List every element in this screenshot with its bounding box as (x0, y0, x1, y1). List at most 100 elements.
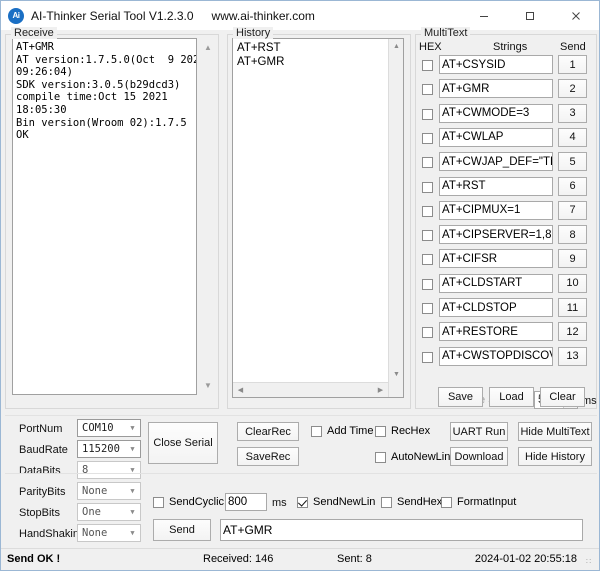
multitext-send-button[interactable]: 3 (558, 104, 587, 123)
port-setting-value: None (82, 527, 125, 539)
multitext-hex-checkbox[interactable] (422, 84, 433, 95)
receive-scroll-up-icon[interactable]: ▲ (201, 41, 215, 55)
multitext-string-input[interactable]: AT+CWJAP_DEF="TP-Link (439, 152, 553, 171)
multitext-send-button[interactable]: 5 (558, 152, 587, 171)
multitext-hex-checkbox[interactable] (422, 254, 433, 265)
multitext-send-button[interactable]: 2 (558, 79, 587, 98)
history-scroll-down-icon[interactable]: ▼ (389, 367, 404, 382)
send-newline-checkbox[interactable]: SendNewLin (297, 496, 375, 508)
port-setting-select-portnum[interactable]: COM10▼ (77, 419, 141, 437)
hide-history-button[interactable]: Hide History (518, 447, 592, 466)
multitext-hex-checkbox[interactable] (422, 133, 433, 144)
format-input-checkbox[interactable]: FormatInput (441, 496, 516, 508)
history-group: History AT+RST AT+GMR ▲ ▼ ◀ ▶ (227, 27, 411, 409)
send-hex-box[interactable] (381, 497, 392, 508)
send-cyclic-interval-input[interactable]: 800 (225, 493, 267, 511)
history-vertical-scrollbar[interactable]: ▲ ▼ (388, 39, 403, 397)
multitext-string-input[interactable]: AT+CIFSR (439, 249, 553, 268)
multitext-hex-checkbox[interactable] (422, 157, 433, 168)
multitext-send-button[interactable]: 6 (558, 177, 587, 196)
send-cyclic-checkbox[interactable]: SendCyclic (153, 496, 224, 508)
multitext-string-input[interactable]: AT+CIPSERVER=1,80 (439, 225, 553, 244)
history-scroll-left-icon[interactable]: ◀ (233, 383, 248, 398)
port-setting-label-databits: DataBits (19, 465, 61, 477)
send-cyclic-label: SendCyclic (169, 496, 224, 508)
multitext-string-input[interactable]: AT+CWSTOPDISCOVER (439, 347, 553, 366)
multitext-send-button[interactable]: 1 (558, 55, 587, 74)
window-controls (461, 1, 599, 30)
multitext-hex-checkbox[interactable] (422, 206, 433, 217)
add-time-box[interactable] (311, 426, 322, 437)
chevron-down-icon[interactable]: ▼ (125, 441, 140, 457)
port-setting-select-baudrate[interactable]: 115200▼ (77, 440, 141, 458)
chevron-down-icon[interactable]: ▼ (125, 462, 140, 478)
save-rec-button[interactable]: SaveRec (237, 447, 299, 466)
multitext-clear-button[interactable]: Clear (540, 387, 585, 407)
chevron-down-icon[interactable]: ▼ (125, 504, 140, 520)
history-scroll-up-icon[interactable]: ▲ (389, 39, 404, 54)
multitext-string-input[interactable]: AT+CLDSTOP (439, 298, 553, 317)
multitext-load-button[interactable]: Load (489, 387, 534, 407)
clear-rec-button[interactable]: ClearRec (237, 422, 299, 441)
rec-hex-label: RecHex (391, 425, 430, 437)
multitext-hex-checkbox[interactable] (422, 327, 433, 338)
receive-scroll-down-icon[interactable]: ▼ (201, 379, 215, 393)
multitext-hex-checkbox[interactable] (422, 303, 433, 314)
rec-hex-box[interactable] (375, 426, 386, 437)
multitext-send-button[interactable]: 7 (558, 201, 587, 220)
send-hex-checkbox[interactable]: SendHex (381, 496, 442, 508)
history-horizontal-scrollbar[interactable]: ◀ ▶ (233, 382, 388, 397)
maximize-button[interactable] (507, 1, 553, 30)
port-setting-select-handshaking[interactable]: None▼ (77, 524, 141, 542)
resize-grip-icon[interactable]: ∷ (586, 557, 596, 567)
multitext-send-button[interactable]: 13 (558, 347, 587, 366)
close-button[interactable] (553, 1, 599, 30)
rec-hex-checkbox[interactable]: RecHex (375, 425, 430, 437)
chevron-down-icon[interactable]: ▼ (125, 483, 140, 499)
send-newline-box[interactable] (297, 497, 308, 508)
multitext-string-input[interactable]: AT+CWMODE=3 (439, 104, 553, 123)
multitext-send-button[interactable]: 11 (558, 298, 587, 317)
hide-multitext-button[interactable]: Hide MultiText (518, 422, 592, 441)
multitext-send-button[interactable]: 10 (558, 274, 587, 293)
history-scroll-right-icon[interactable]: ▶ (373, 383, 388, 398)
multitext-string-input[interactable]: AT+CLDSTART (439, 274, 553, 293)
port-setting-select-paritybits[interactable]: None▼ (77, 482, 141, 500)
add-time-checkbox[interactable]: Add Time (311, 425, 373, 437)
uart-run-button[interactable]: UART Run (450, 422, 508, 441)
multitext-string-input[interactable]: AT+CSYSID (439, 55, 553, 74)
multitext-hex-checkbox[interactable] (422, 182, 433, 193)
send-cyclic-box[interactable] (153, 497, 164, 508)
auto-newline-checkbox[interactable]: AutoNewLine (375, 451, 456, 463)
multitext-send-button[interactable]: 12 (558, 322, 587, 341)
multitext-send-button[interactable]: 8 (558, 225, 587, 244)
multitext-hex-checkbox[interactable] (422, 279, 433, 290)
close-icon (570, 10, 582, 22)
multitext-send-button[interactable]: 4 (558, 128, 587, 147)
multitext-string-input[interactable]: AT+CWLAP (439, 128, 553, 147)
multitext-string-input[interactable]: AT+CIPMUX=1 (439, 201, 553, 220)
close-serial-button[interactable]: Close Serial (148, 422, 218, 464)
chevron-down-icon[interactable]: ▼ (125, 420, 140, 436)
multitext-hex-checkbox[interactable] (422, 230, 433, 241)
receive-textarea[interactable]: AT+GMR AT version:1.7.5.0(Oct 9 2021 09:… (12, 38, 197, 395)
port-setting-select-databits[interactable]: 8▼ (77, 461, 141, 479)
multitext-save-button[interactable]: Save (438, 387, 483, 407)
minimize-button[interactable] (461, 1, 507, 30)
send-input[interactable]: AT+GMR (220, 519, 583, 541)
multitext-string-input[interactable]: AT+RESTORE (439, 322, 553, 341)
multitext-string-input[interactable]: AT+GMR (439, 79, 553, 98)
send-button[interactable]: Send (153, 519, 211, 541)
multitext-col-hex: HEX (419, 41, 442, 53)
download-button[interactable]: Download (450, 447, 508, 466)
multitext-send-button[interactable]: 9 (558, 249, 587, 268)
format-input-box[interactable] (441, 497, 452, 508)
multitext-hex-checkbox[interactable] (422, 109, 433, 120)
multitext-hex-checkbox[interactable] (422, 352, 433, 363)
multitext-hex-checkbox[interactable] (422, 60, 433, 71)
history-listbox[interactable]: AT+RST AT+GMR ▲ ▼ ◀ ▶ (232, 38, 404, 398)
auto-newline-box[interactable] (375, 452, 386, 463)
port-setting-select-stopbits[interactable]: One▼ (77, 503, 141, 521)
multitext-string-input[interactable]: AT+RST (439, 177, 553, 196)
chevron-down-icon[interactable]: ▼ (125, 525, 140, 541)
